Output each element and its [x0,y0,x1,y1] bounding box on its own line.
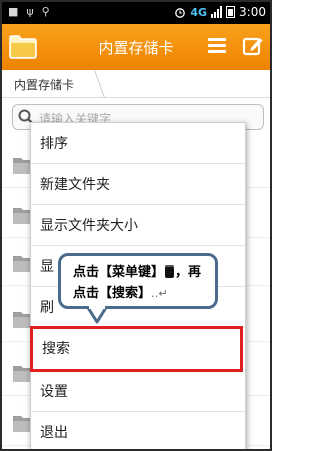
download-icon: ⚲ [41,5,50,18]
callout-text: ‥↵ [151,287,168,300]
callout-text: 点击【菜单键】 [73,265,165,280]
status-indicators: 4G 3:00 [174,5,266,19]
phone-screen: ■ ψ ⚲ 4G 3:00 内置存储卡 内置存储卡 请输入关键字 排序 新建文件… [0,0,272,451]
callout-line-2: 点击【搜索】‥↵ [73,283,215,304]
menu-item-sort[interactable]: 排序 [31,125,245,164]
callout-text: 点击【搜索】 [73,286,152,301]
status-notifications: ■ ψ ⚲ [8,5,50,19]
menu-icon[interactable] [208,38,226,54]
clock: 3:00 [239,5,266,19]
signal-icon [211,6,223,18]
page-title: 内置存储卡 [98,39,174,57]
alarm-icon [175,8,186,18]
breadcrumb-separator [84,70,106,98]
menu-item-show-folder-size[interactable]: 显示文件夹大小 [31,207,245,246]
battery-icon [226,6,236,18]
phone-menu-key-icon [165,265,175,278]
menu-item-exit[interactable]: 退出 [31,414,245,449]
callout-line-1: 点击【菜单键】 ，再 [73,262,215,283]
usb-icon: ψ [26,5,34,18]
breadcrumb: 内置存储卡 [2,70,270,98]
menu-item-settings[interactable]: 设置 [31,373,245,412]
instruction-callout: 点击【菜单键】 ，再 点击【搜索】‥↵ [58,253,218,309]
notification-icon: ■ [8,5,19,18]
edit-icon[interactable] [242,35,264,57]
network-type-label: 4G [190,5,208,19]
menu-item-new-folder[interactable]: 新建文件夹 [31,166,245,205]
callout-pointer [86,306,108,324]
callout-text: ，再 [175,265,202,280]
menu-item-search[interactable]: 搜索 [30,326,243,372]
breadcrumb-item[interactable]: 内置存储卡 [14,76,74,93]
title-bar: 内置存储卡 [2,24,270,70]
status-bar: ■ ψ ⚲ 4G 3:00 [2,2,270,24]
